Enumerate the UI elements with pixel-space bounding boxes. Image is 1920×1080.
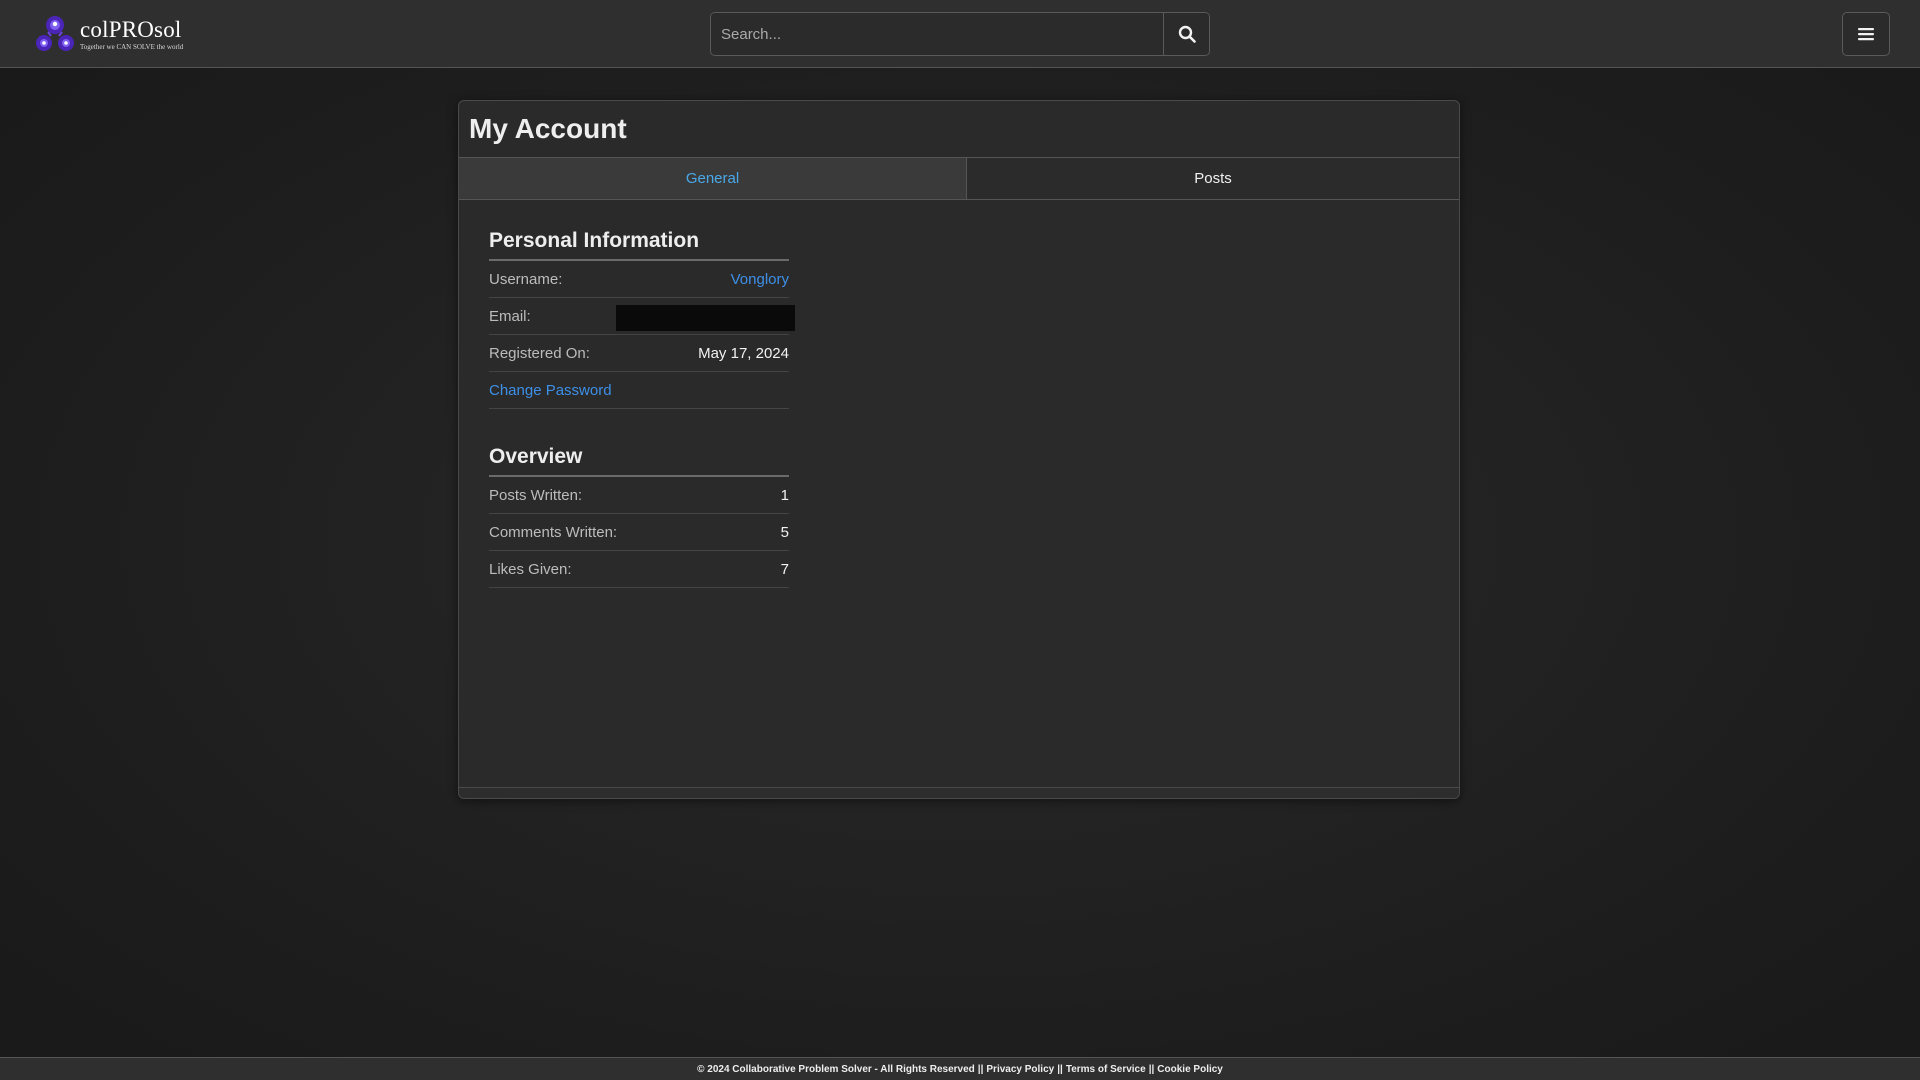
change-password-row: Change Password bbox=[489, 372, 789, 409]
comments-written-row: Comments Written: 5 bbox=[489, 514, 789, 551]
account-card: My Account General Posts Personal Inform… bbox=[458, 100, 1460, 799]
registered-row: Registered On: May 17, 2024 bbox=[489, 335, 789, 372]
footer-separator: || bbox=[1057, 1063, 1063, 1075]
likes-given-value: 7 bbox=[780, 560, 789, 578]
cookie-policy-link[interactable]: Cookie Policy bbox=[1157, 1064, 1223, 1075]
hamburger-menu-icon bbox=[1858, 28, 1874, 41]
account-tabs: General Posts bbox=[459, 157, 1459, 200]
footer-separator: || bbox=[977, 1063, 984, 1075]
logo-tagline: Together we CAN SOLVE the world bbox=[80, 42, 184, 51]
email-redacted bbox=[616, 305, 795, 331]
email-row: Email: bbox=[489, 298, 795, 335]
comments-written-value: 5 bbox=[780, 523, 789, 541]
copyright-text: © 2024 Collaborative Problem Solver - Al… bbox=[697, 1063, 975, 1075]
email-label: Email: bbox=[489, 307, 531, 325]
posts-written-label: Posts Written: bbox=[489, 486, 583, 504]
logo-name: colPROsol bbox=[80, 16, 182, 42]
likes-given-row: Likes Given: 7 bbox=[489, 551, 789, 588]
search-input[interactable] bbox=[711, 13, 1163, 55]
overview-section: Overview Posts Written: 1 Comments Writt… bbox=[489, 441, 789, 588]
privacy-policy-link[interactable]: Privacy Policy bbox=[986, 1064, 1054, 1075]
personal-information-heading: Personal Information bbox=[489, 225, 789, 261]
registered-date: May 17, 2024 bbox=[698, 344, 789, 362]
card-footer-bar bbox=[459, 787, 1459, 798]
tab-general[interactable]: General bbox=[459, 158, 967, 199]
tab-posts[interactable]: Posts bbox=[967, 158, 1459, 199]
personal-information-section: Personal Information Username: Vonglory … bbox=[489, 225, 795, 409]
footer-separator: || bbox=[1148, 1063, 1155, 1075]
registered-label: Registered On: bbox=[489, 344, 590, 362]
username-row: Username: Vonglory bbox=[489, 261, 789, 298]
search-icon bbox=[1178, 25, 1196, 43]
search-bar bbox=[710, 12, 1210, 56]
overview-heading: Overview bbox=[489, 441, 789, 477]
terms-of-service-link[interactable]: Terms of Service bbox=[1066, 1064, 1146, 1075]
username-link[interactable]: Vonglory bbox=[731, 271, 789, 288]
page-title: My Account bbox=[469, 113, 627, 144]
site-logo[interactable]: colPROsol Together we CAN SOLVE the worl… bbox=[34, 14, 183, 54]
logo-icon bbox=[36, 16, 74, 51]
change-password-link[interactable]: Change Password bbox=[489, 382, 612, 399]
page-footer: © 2024 Collaborative Problem Solver - Al… bbox=[0, 1057, 1920, 1080]
posts-written-row: Posts Written: 1 bbox=[489, 477, 789, 514]
username-label: Username: bbox=[489, 270, 563, 288]
likes-given-label: Likes Given: bbox=[489, 560, 572, 578]
search-button[interactable] bbox=[1163, 13, 1209, 55]
posts-written-value: 1 bbox=[780, 486, 789, 504]
top-navbar: colPROsol Together we CAN SOLVE the worl… bbox=[0, 0, 1920, 68]
menu-toggle-button[interactable] bbox=[1842, 12, 1890, 56]
comments-written-label: Comments Written: bbox=[489, 523, 618, 541]
